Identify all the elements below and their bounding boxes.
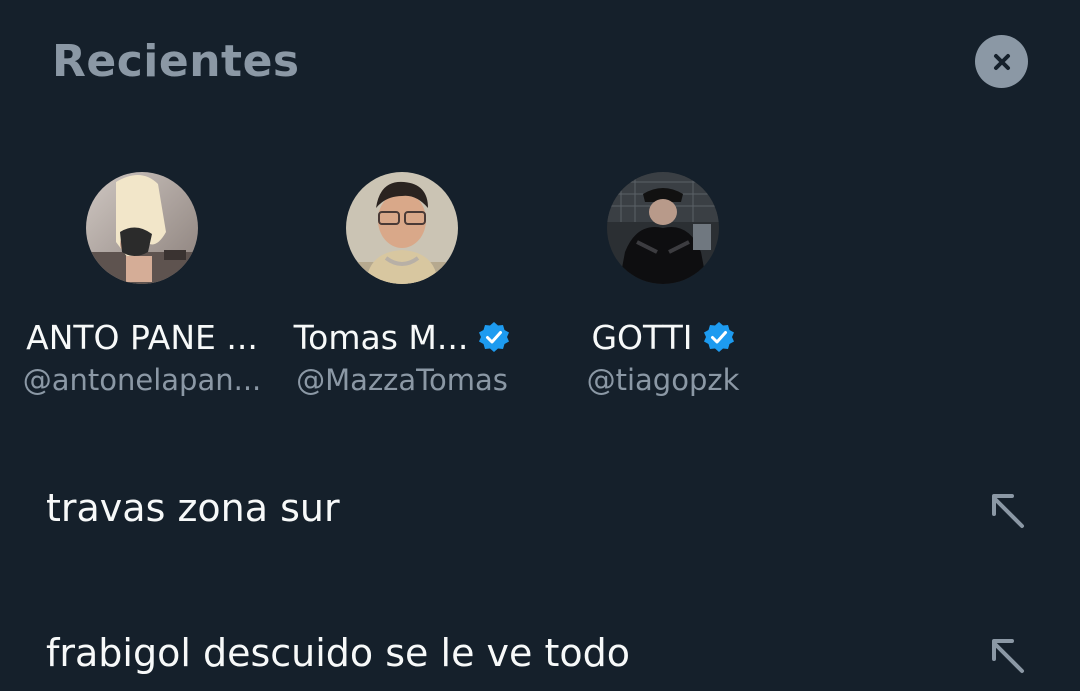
recent-accounts-list: ANTO PANE ... @antonelapan... Tomas M...…: [0, 172, 1080, 412]
account-handle: @MazzaTomas: [296, 363, 508, 397]
account-handle: @tiagopzk: [586, 363, 740, 397]
account-name: GOTTI: [591, 317, 693, 357]
recent-search-item[interactable]: frabigol descuido se le ve todo: [0, 619, 1080, 689]
avatar: [346, 172, 458, 284]
account-name: ANTO PANE ...: [26, 317, 258, 357]
recent-account-item[interactable]: Tomas M... @MazzaTomas: [282, 172, 522, 397]
recent-account-item[interactable]: ANTO PANE ... @antonelapan...: [22, 172, 262, 397]
recent-searches-title: Recientes: [52, 36, 300, 87]
account-name: Tomas M...: [293, 317, 469, 357]
clear-recent-button[interactable]: [975, 35, 1028, 88]
recent-account-item[interactable]: GOTTI @tiagopzk: [543, 172, 783, 397]
close-icon: [993, 53, 1010, 70]
verified-badge-icon: [703, 322, 734, 352]
avatar: [607, 172, 719, 284]
recent-search-text: frabigol descuido se le ve todo: [46, 631, 630, 675]
account-handle: @antonelapan...: [22, 363, 262, 397]
arrow-up-left-icon[interactable]: [986, 488, 1030, 532]
avatar: [86, 172, 198, 284]
recent-searches-panel: Recientes ANTO PANE ... @antonelapan... …: [0, 0, 1080, 691]
arrow-up-left-icon[interactable]: [986, 633, 1030, 677]
recent-search-text: travas zona sur: [46, 486, 340, 530]
recent-search-item[interactable]: travas zona sur: [0, 474, 1080, 544]
verified-badge-icon: [479, 322, 510, 352]
